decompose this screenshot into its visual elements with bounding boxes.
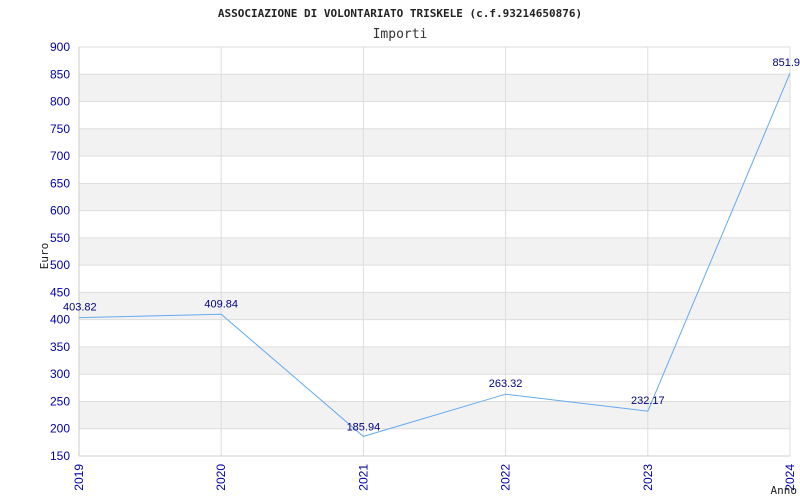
x-tick-label: 2023 [641, 464, 655, 491]
grid-band [79, 183, 790, 211]
data-label: 403.82 [63, 302, 97, 314]
grid-band [79, 346, 790, 375]
data-label: 185.94 [347, 421, 381, 433]
y-tick-label: 600 [50, 204, 70, 218]
x-axis-label: Anno [771, 484, 798, 497]
y-tick-label: 650 [50, 176, 70, 190]
grid-band [79, 237, 790, 266]
y-tick-label: 150 [50, 449, 70, 463]
x-tick-label: 2019 [72, 464, 86, 491]
y-tick-label: 500 [50, 258, 70, 272]
data-label: 409.84 [204, 298, 238, 310]
y-tick-label: 700 [50, 149, 70, 163]
y-tick-label: 300 [50, 367, 70, 381]
x-axis-ticks: 2019 2020 2021 2022 2023 2024 [72, 464, 797, 491]
y-axis-ticks: 900 850 800 750 700 650 600 550 500 450 400 350 300 2… [50, 40, 70, 463]
y-tick-label: 850 [50, 67, 70, 81]
y-tick-label: 900 [50, 40, 70, 54]
chart-title: ASSOCIAZIONE DI VOLONTARIATO TRISKELE (c… [218, 7, 582, 20]
x-tick-label: 2022 [499, 464, 513, 491]
data-label: 851.9 [772, 57, 800, 69]
x-tick-label: 2021 [356, 464, 370, 491]
y-tick-label: 350 [50, 340, 70, 354]
chart-subtitle: Importi [373, 27, 428, 42]
grid-band [79, 74, 790, 102]
grid-bands [79, 74, 790, 429]
y-tick-label: 400 [50, 313, 70, 327]
x-tick-label: 2020 [214, 464, 228, 491]
y-tick-label: 800 [50, 95, 70, 109]
y-tick-label: 200 [50, 422, 70, 436]
y-axis-label: Euro [38, 243, 51, 270]
line-chart: 900 850 800 750 700 650 600 550 500 450 400 350 300 2… [38, 7, 800, 497]
data-label: 263.32 [489, 378, 523, 390]
y-tick-label: 750 [50, 122, 70, 136]
grid-band [79, 128, 790, 157]
y-tick-label: 450 [50, 285, 70, 299]
data-label: 232.17 [631, 395, 665, 407]
y-tick-label: 250 [50, 394, 70, 408]
y-tick-label: 550 [50, 231, 70, 245]
